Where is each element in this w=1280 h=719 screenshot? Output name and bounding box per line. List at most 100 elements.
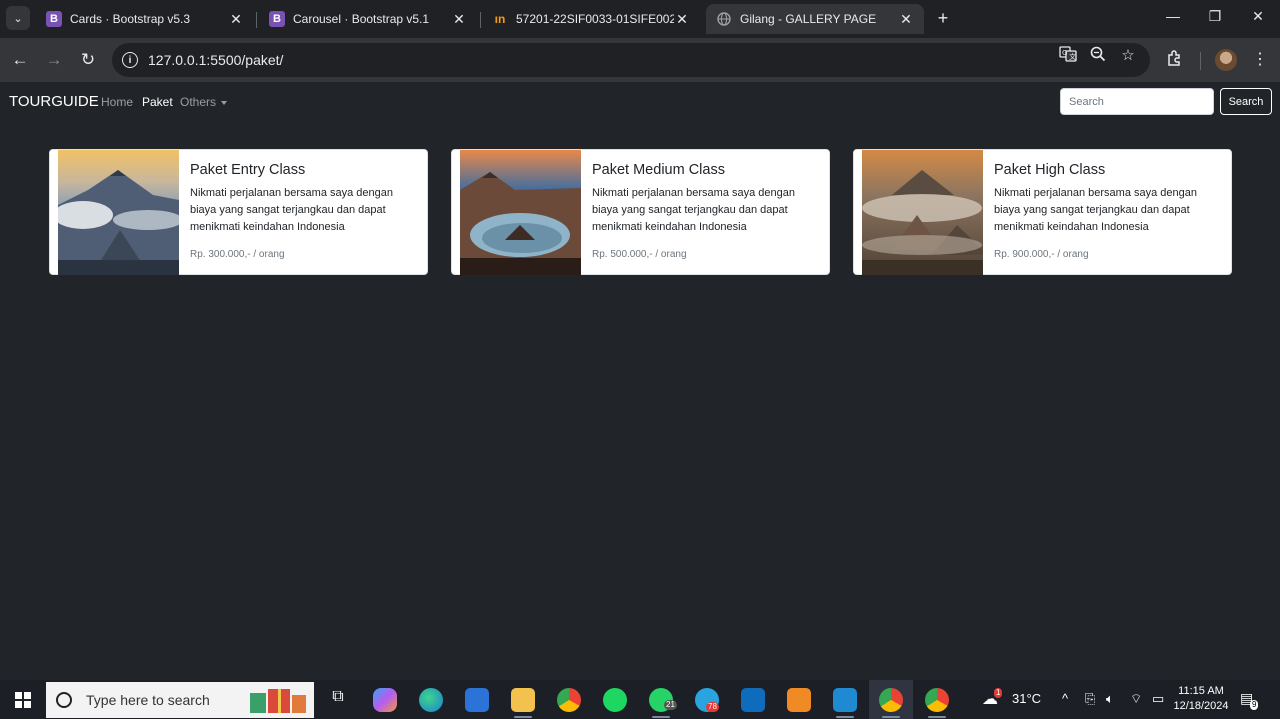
chrome-profile-icon[interactable] — [879, 688, 903, 712]
gift-icon — [250, 689, 306, 713]
running-indicator — [514, 716, 532, 718]
package-card-high: Paket High Class Nikmati perjalanan bers… — [853, 149, 1232, 275]
in-icon: ın — [494, 12, 506, 26]
minimize-button[interactable]: — — [1163, 8, 1183, 24]
running-indicator — [882, 716, 900, 718]
reload-icon[interactable]: ↻ — [76, 48, 100, 72]
system-clock[interactable]: 11:15 AM 12/18/2024 — [1170, 684, 1232, 714]
package-card-entry: Paket Entry Class Nikmati perjalanan ber… — [49, 149, 428, 275]
tab-search-button[interactable]: ⌄ — [6, 6, 30, 30]
forward-arrow-icon[interactable]: → — [42, 48, 66, 72]
edge-icon[interactable] — [419, 688, 443, 712]
tab-gallery-page[interactable]: Gilang - GALLERY PAGE ✕ — [706, 4, 924, 34]
card-title: Paket High Class — [994, 162, 1106, 178]
card-price: Rp. 500.000,- / orang — [592, 249, 687, 260]
url-text[interactable]: 127.0.0.1:5500/paket/ — [148, 52, 283, 68]
web-page: TOURGUIDE Home Paket Others Search Searc… — [0, 82, 1280, 680]
battery-icon[interactable]: ▭ — [1152, 691, 1164, 707]
whatsapp-badge: 21 — [664, 700, 677, 710]
copilot-icon[interactable] — [373, 688, 397, 712]
profile-avatar[interactable] — [1215, 49, 1237, 71]
card-title: Paket Medium Class — [592, 162, 725, 178]
card-text: Nikmati perjalanan bersama saya dengan b… — [592, 187, 796, 233]
card-image-mountain — [58, 150, 179, 275]
weather-badge: 1 — [994, 688, 1003, 698]
chevron-up-icon[interactable]: ^ — [1062, 691, 1068, 706]
card-text: Nikmati perjalanan bersama saya dengan b… — [994, 187, 1198, 233]
card-title: Paket Entry Class — [190, 162, 306, 178]
clock-date: 12/18/2024 — [1173, 700, 1229, 712]
tab-divider — [256, 12, 257, 28]
card-image-crater-lake — [460, 150, 581, 275]
task-view-icon[interactable]: ⧉ — [326, 688, 350, 712]
vscode-icon[interactable] — [833, 688, 857, 712]
card-price: Rp. 900.000,- / orang — [994, 249, 1089, 260]
chrome-icon[interactable] — [925, 688, 949, 712]
site-info-icon[interactable]: i — [122, 52, 138, 68]
site-navbar: TOURGUIDE Home Paket Others Search — [0, 82, 1280, 122]
svg-text:文: 文 — [1069, 52, 1076, 61]
browser-tab-strip: ⌄ B Cards · Bootstrap v5.3 ✕ B Carousel … — [0, 0, 1280, 38]
zoom-icon[interactable] — [1088, 46, 1108, 64]
running-indicator — [836, 716, 854, 718]
menu-kebab-icon[interactable]: ⋮ — [1249, 49, 1271, 71]
tab-title: Cards · Bootstrap v5.3 — [70, 12, 191, 26]
running-indicator — [652, 716, 670, 718]
tab-title: 57201-22SIF0033-01SIFE002-20 — [516, 12, 674, 26]
sublime-text-icon[interactable] — [787, 688, 811, 712]
close-icon[interactable]: ✕ — [674, 11, 690, 28]
close-icon[interactable]: ✕ — [898, 11, 914, 28]
new-tab-button[interactable]: + — [933, 8, 953, 29]
globe-icon — [716, 11, 732, 27]
spotify-icon[interactable] — [603, 688, 627, 712]
nav-home-link[interactable]: Home — [101, 95, 133, 109]
notification-count: 9 — [1250, 700, 1259, 710]
extensions-icon[interactable] — [1164, 49, 1186, 71]
search-button[interactable]: Search — [1220, 88, 1272, 115]
windows-taskbar: Type here to search ⧉ 21 78 ☁ 1 31°C ^ ⎘… — [0, 680, 1280, 719]
package-card-medium: Paket Medium Class Nikmati perjalanan be… — [451, 149, 830, 275]
taskbar-search-placeholder: Type here to search — [86, 692, 210, 708]
card-price: Rp. 300.000,- / orang — [190, 249, 285, 260]
restore-button[interactable]: ❐ — [1205, 8, 1225, 25]
close-window-button[interactable]: ✕ — [1248, 8, 1268, 25]
browser-toolbar: ← → ↻ i 127.0.0.1:5500/paket/ G文 ☆ ⋮ — [0, 38, 1280, 82]
file-explorer-icon[interactable] — [511, 688, 535, 712]
meet-icon[interactable]: ⎘ — [1085, 691, 1095, 707]
back-arrow-icon[interactable]: ← — [8, 48, 32, 72]
wifi-icon[interactable]: ⌔ — [1130, 691, 1142, 707]
outlook-icon[interactable] — [741, 688, 765, 712]
card-image-bromo — [862, 150, 983, 275]
bootstrap-icon: B — [46, 11, 62, 27]
store-icon[interactable] — [465, 688, 489, 712]
tab-title: Gilang - GALLERY PAGE — [740, 12, 877, 26]
bookmark-star-icon[interactable]: ☆ — [1118, 46, 1138, 64]
search-input[interactable] — [1060, 88, 1214, 115]
chrome-icon[interactable] — [557, 688, 581, 712]
tab-divider — [480, 12, 481, 28]
translate-icon[interactable]: G文 — [1058, 46, 1078, 64]
search-icon — [56, 692, 72, 708]
bootstrap-icon: B — [269, 11, 285, 27]
weather-temperature[interactable]: 31°C — [1012, 691, 1041, 706]
running-indicator — [928, 716, 946, 718]
telegram-badge: 78 — [706, 702, 719, 712]
toolbar-divider — [1200, 52, 1201, 70]
clock-time: 11:15 AM — [1178, 685, 1224, 697]
nav-others-label: Others — [180, 95, 217, 109]
tab-title: Carousel · Bootstrap v5.1 — [293, 12, 430, 26]
card-text: Nikmati perjalanan bersama saya dengan b… — [190, 187, 394, 233]
brand-logo-text[interactable]: TOURGUIDE — [9, 93, 99, 110]
tab-course-document[interactable]: ın 57201-22SIF0033-01SIFE002-20 ✕ — [482, 4, 700, 34]
nav-others-dropdown[interactable]: Others — [180, 95, 228, 109]
nav-paket-link[interactable]: Paket — [142, 95, 173, 109]
tab-cards-bootstrap[interactable]: B Cards · Bootstrap v5.3 ✕ — [36, 4, 254, 34]
speaker-icon[interactable]: 🔈︎ — [1106, 691, 1114, 707]
close-icon[interactable]: ✕ — [228, 11, 244, 28]
taskbar-search-box[interactable]: Type here to search — [46, 682, 314, 718]
tab-carousel-bootstrap[interactable]: B Carousel · Bootstrap v5.1 ✕ — [259, 4, 477, 34]
close-icon[interactable]: ✕ — [451, 11, 467, 28]
windows-start-icon[interactable] — [15, 692, 31, 708]
svg-text:G: G — [1062, 49, 1067, 57]
address-bar[interactable]: i 127.0.0.1:5500/paket/ — [112, 43, 1150, 77]
